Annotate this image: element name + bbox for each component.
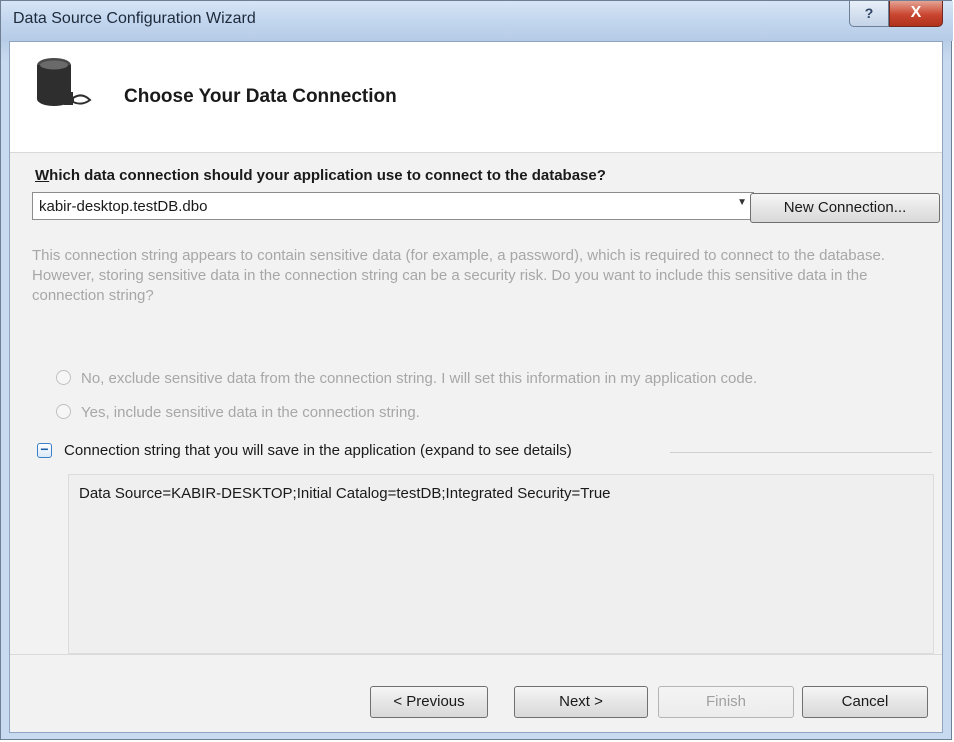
radio-button[interactable] xyxy=(56,404,71,419)
next-button[interactable]: Next > xyxy=(514,686,648,718)
finish-button[interactable]: Finish xyxy=(658,686,794,718)
radio-button[interactable] xyxy=(56,370,71,385)
title-bar[interactable]: Data Source Configuration Wizard ? X xyxy=(1,1,953,41)
wizard-header: Choose Your Data Connection xyxy=(10,42,942,153)
cancel-button[interactable]: Cancel xyxy=(802,686,928,718)
help-button[interactable]: ? xyxy=(849,1,889,27)
exclude-sensitive-option[interactable]: No, exclude sensitive data from the conn… xyxy=(56,370,757,387)
accelerator-letter: W xyxy=(35,167,50,184)
connection-dropdown[interactable]: kabir-desktop.testDB.dbo ▼ xyxy=(32,192,754,220)
close-button[interactable]: X xyxy=(889,1,943,27)
collapse-icon[interactable]: − xyxy=(37,442,52,458)
chevron-down-icon[interactable]: ▼ xyxy=(737,197,747,208)
database-connection-icon xyxy=(37,58,92,106)
wizard-window: Data Source Configuration Wizard ? X Cho… xyxy=(0,0,953,740)
connection-string-text: Data Source=KABIR-DESKTOP;Initial Catalo… xyxy=(79,485,611,502)
connection-question-label: Which data connection should your applic… xyxy=(35,167,606,184)
new-connection-button[interactable]: New Connection... xyxy=(750,193,940,223)
wizard-content: Choose Your Data Connection Which data c… xyxy=(9,41,943,733)
connection-string-box: Data Source=KABIR-DESKTOP;Initial Catalo… xyxy=(68,474,934,654)
connection-dropdown-value: kabir-desktop.testDB.dbo xyxy=(39,198,208,215)
include-sensitive-label: Yes, include sensitive data in the conne… xyxy=(81,404,420,421)
divider xyxy=(670,452,932,453)
page-title: Choose Your Data Connection xyxy=(124,86,397,107)
window-title: Data Source Configuration Wizard xyxy=(13,10,256,27)
sensitive-data-info: This connection string appears to contai… xyxy=(32,247,885,304)
connection-string-expander-label[interactable]: Connection string that you will save in … xyxy=(64,442,572,459)
previous-button[interactable]: < Previous xyxy=(370,686,488,718)
question-text: hich data connection should your applica… xyxy=(49,167,606,184)
include-sensitive-option[interactable]: Yes, include sensitive data in the conne… xyxy=(56,404,420,421)
exclude-sensitive-label: No, exclude sensitive data from the conn… xyxy=(81,370,758,387)
footer-divider xyxy=(10,654,942,655)
